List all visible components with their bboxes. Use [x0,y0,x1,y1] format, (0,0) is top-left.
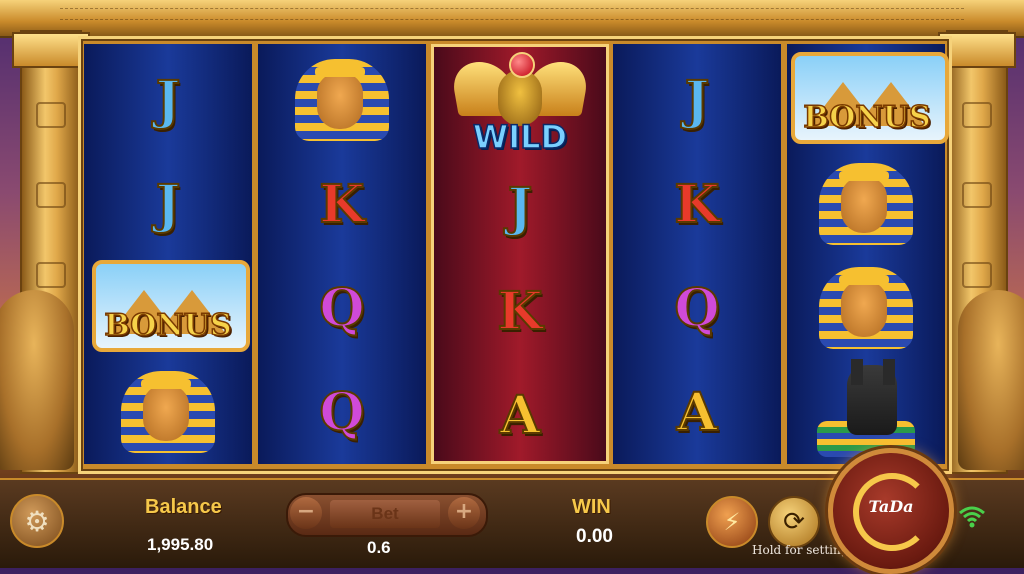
anubis-ear [883,359,895,385]
symbol-pharaoh [84,362,252,462]
wild-label: WILD [472,117,568,157]
lightning-icon: ⚡ [723,508,741,536]
symbol-pharaoh [258,50,426,150]
bet-label: Bet [330,500,440,528]
pharaoh-face [841,281,887,337]
symbol-j: J [434,157,606,257]
bonus-label: BONUS [104,307,233,344]
win-value: 0.00 [576,526,613,547]
reel-4: JKQA [613,44,781,464]
pharaoh-icon [811,159,921,249]
carving [962,182,992,208]
pharaoh-icon [811,263,921,353]
symbol-q: Q [613,258,781,358]
gear-icon: ⚙ [24,504,50,538]
symbol-j: J [84,50,252,150]
pharaoh-face [841,177,887,233]
symbol-k: K [613,154,781,254]
pharaoh-band [315,67,365,77]
symbol-a: A [613,362,781,462]
reels-frame: J J BONUS KQQ WILD J K A JKQA BONUS [78,36,952,474]
carving [36,262,66,288]
symbol-letter: K [673,173,720,236]
carving [962,262,992,288]
symbol-j: J [613,50,781,150]
right-sphinx-statue [958,290,1024,470]
win-label: WIN [572,496,611,518]
hieroglyph-band [60,8,964,20]
anubis-icon [811,359,921,459]
bet-decrease-button[interactable]: − [290,497,322,529]
balance-label: Balance [145,496,222,518]
bonus-label: BONUS [803,99,932,136]
symbol-letter: Q [318,381,365,444]
top-temple-beam [0,0,1024,38]
symbol-bonus: BONUS [84,258,252,358]
reel-2: KQQ [258,44,426,464]
bet-value: 0.6 [367,538,391,557]
spin-label: TaDa [868,497,914,516]
symbol-q: Q [258,362,426,462]
pharaoh-band [839,171,889,181]
symbol-letter: J [155,69,182,132]
symbol-letter: A [499,384,541,447]
pharaoh-face [317,73,363,129]
hold-for-setting-hint: Hold for setting [752,543,849,557]
symbol-q: Q [258,258,426,358]
symbol-letter: J [684,69,711,132]
autoplay-button[interactable]: ⟳ [768,496,820,548]
symbol-letter: K [318,173,365,236]
reel-1: J J BONUS [84,44,252,464]
settings-button[interactable]: ⚙ [10,494,64,548]
symbol-k: K [258,154,426,254]
bonus-icon: BONUS [88,254,250,362]
wifi-icon [958,504,986,532]
symbol-bonus: BONUS [787,50,949,150]
symbol-wild: WILD [434,52,606,157]
symbol-letter: A [676,381,718,444]
autoplay-icon: ⟳ [783,507,805,537]
bet-increase-button[interactable]: + [448,497,480,529]
carving [36,182,66,208]
symbol-j: J [84,154,252,254]
symbol-letter: Q [673,277,720,340]
symbol-letter: K [496,280,543,343]
carving [36,102,66,128]
left-sphinx-statue [0,290,74,470]
symbol-letter: J [155,173,182,236]
pharaoh-band [141,379,191,389]
symbol-letter: J [507,176,534,239]
scarab-icon: WILD [449,48,591,158]
pharaoh-band [839,275,889,285]
balance-value: 1,995.80 [147,535,214,554]
pharaoh-icon [113,367,223,457]
reel-5: BONUS [787,44,949,464]
pharaoh-face [143,385,189,441]
symbol-k: K [434,261,606,361]
symbol-a: A [434,365,606,465]
bonus-icon: BONUS [787,46,949,154]
anubis-ear [851,359,863,385]
spin-button[interactable]: TaDa [828,448,954,574]
symbol-pharaoh [787,154,945,254]
symbol-letter: Q [318,277,365,340]
scarab-gem [509,52,535,78]
symbol-anubis [787,359,945,462]
carving [962,102,992,128]
reel-3: WILD J K A [431,44,609,464]
pharaoh-icon [287,55,397,145]
symbol-pharaoh [787,258,945,358]
turbo-button[interactable]: ⚡ [706,496,758,548]
